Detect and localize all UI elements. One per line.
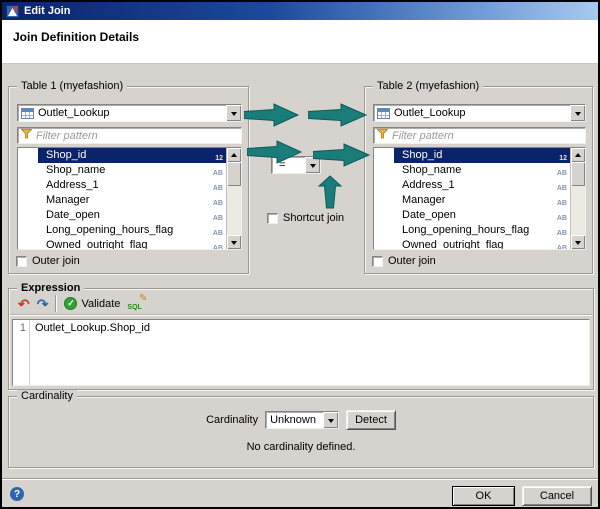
- window-title: Edit Join: [24, 5, 70, 17]
- shortcut-join-label: Shortcut join: [283, 212, 344, 224]
- ok-button[interactable]: OK: [452, 486, 515, 506]
- filter-funnel-icon: [377, 129, 388, 142]
- help-icon[interactable]: ?: [10, 487, 24, 501]
- table1-group-label: Table 1 (myefashion): [17, 80, 127, 93]
- dropdown-arrow-icon[interactable]: [570, 105, 585, 121]
- column-row[interactable]: Shop_nameAB: [18, 163, 226, 178]
- table2-select-value: Outlet_Lookup: [390, 107, 466, 119]
- expression-code[interactable]: Outlet_Lookup.Shop_id: [35, 322, 150, 334]
- cardinality-value: Unknown: [266, 414, 316, 426]
- annotation-arrow-right-2: [308, 103, 368, 127]
- cardinality-group-label: Cardinality: [17, 390, 77, 403]
- column-row[interactable]: Address_1AB: [374, 178, 570, 193]
- cardinality-select[interactable]: Unknown: [265, 411, 339, 429]
- table2-group-label: Table 2 (myefashion): [373, 80, 483, 93]
- app-icon: [6, 5, 19, 18]
- table2-group: Table 2 (myefashion) Outlet_Lookup Shop_…: [364, 86, 593, 274]
- table2-filter-input[interactable]: [392, 130, 585, 142]
- scroll-up-icon[interactable]: [571, 148, 585, 162]
- table2-column-list[interactable]: Shop_id12 Shop_nameAB Address_1AB Manage…: [373, 147, 586, 250]
- column-row[interactable]: Shop_id12: [374, 148, 570, 163]
- column-row[interactable]: Long_opening_hours_flagAB: [18, 223, 226, 238]
- scroll-down-icon[interactable]: [227, 235, 241, 249]
- outer-join-checkbox[interactable]: [372, 256, 383, 267]
- annotation-arrow-up: [318, 175, 342, 209]
- table2-select[interactable]: Outlet_Lookup: [373, 104, 586, 122]
- toolbar-separator: [55, 295, 57, 312]
- table1-outer-join[interactable]: Outer join: [16, 255, 80, 267]
- cardinality-group: Cardinality Cardinality Unknown Detect N…: [8, 396, 594, 468]
- column-row[interactable]: Address_1AB: [18, 178, 226, 193]
- table1-select-value: Outlet_Lookup: [34, 107, 110, 119]
- column-row[interactable]: Shop_id12: [18, 148, 226, 163]
- column-row[interactable]: Owned_outright_flagAB: [18, 238, 226, 250]
- column-row[interactable]: Date_openAB: [374, 208, 570, 223]
- expression-toolbar: ↶ ↷ ✓ Validate SQL ✎: [10, 293, 592, 315]
- sql-edit-icon[interactable]: SQL ✎: [127, 296, 147, 311]
- scrollbar-thumb[interactable]: [227, 162, 241, 186]
- footer-separator: [2, 478, 598, 480]
- cardinality-row: Cardinality Unknown Detect: [9, 410, 593, 430]
- dropdown-arrow-icon[interactable]: [226, 105, 241, 121]
- table1-filter-input[interactable]: [36, 130, 241, 142]
- line-number-gutter: 1: [13, 320, 30, 385]
- table1-group: Table 1 (myefashion) Outlet_Lookup Shop_…: [8, 86, 249, 274]
- column-row[interactable]: ManagerAB: [374, 193, 570, 208]
- join-operator-value: =: [272, 159, 285, 171]
- table1-select[interactable]: Outlet_Lookup: [17, 104, 242, 122]
- cancel-button[interactable]: Cancel: [522, 486, 592, 506]
- dropdown-arrow-icon[interactable]: [323, 412, 338, 428]
- outer-join-label: Outer join: [388, 255, 436, 267]
- dropdown-arrow-icon[interactable]: [305, 157, 320, 173]
- page-title: Join Definition Details: [2, 20, 598, 44]
- pencil-icon: ✎: [139, 293, 147, 304]
- validate-button[interactable]: ✓ Validate: [64, 297, 120, 310]
- table-icon: [377, 108, 390, 119]
- redo-icon[interactable]: ↷: [37, 297, 49, 311]
- validate-label: Validate: [81, 298, 120, 310]
- expression-editor[interactable]: 1 Outlet_Lookup.Shop_id: [12, 319, 590, 386]
- expression-group: Expression ↶ ↷ ✓ Validate SQL ✎ 1 Outlet…: [8, 288, 594, 390]
- scrollbar[interactable]: [570, 148, 585, 249]
- table1-filter[interactable]: [17, 127, 242, 144]
- detect-button[interactable]: Detect: [346, 410, 396, 430]
- annotation-arrow-right-1: [244, 103, 300, 127]
- scroll-down-icon[interactable]: [571, 235, 585, 249]
- scrollbar-thumb[interactable]: [571, 162, 585, 186]
- outer-join-label: Outer join: [32, 255, 80, 267]
- table2-outer-join[interactable]: Outer join: [372, 255, 436, 267]
- validate-check-icon: ✓: [64, 297, 77, 310]
- edit-join-dialog: Edit Join Join Definition Details Table …: [0, 0, 600, 509]
- filter-funnel-icon: [21, 129, 32, 142]
- column-row[interactable]: Date_openAB: [18, 208, 226, 223]
- table2-filter[interactable]: [373, 127, 586, 144]
- scrollbar[interactable]: [226, 148, 241, 249]
- shortcut-join[interactable]: Shortcut join: [267, 212, 344, 224]
- column-row[interactable]: Owned_outright_flagAB: [374, 238, 570, 250]
- column-row[interactable]: ManagerAB: [18, 193, 226, 208]
- string-type-icon: AB: [213, 241, 223, 250]
- column-row[interactable]: Long_opening_hours_flagAB: [374, 223, 570, 238]
- shortcut-join-checkbox[interactable]: [267, 213, 278, 224]
- table1-column-list[interactable]: Shop_id12 Shop_nameAB Address_1AB Manage…: [17, 147, 242, 250]
- undo-icon[interactable]: ↶: [18, 297, 30, 311]
- titlebar[interactable]: Edit Join: [2, 2, 598, 20]
- dialog-header: Join Definition Details: [2, 20, 598, 64]
- scroll-up-icon[interactable]: [227, 148, 241, 162]
- table-icon: [21, 108, 34, 119]
- string-type-icon: AB: [557, 241, 567, 250]
- outer-join-checkbox[interactable]: [16, 256, 27, 267]
- column-row[interactable]: Shop_nameAB: [374, 163, 570, 178]
- join-operator-select[interactable]: =: [271, 156, 321, 174]
- annotation-arrow-right-4: [313, 143, 371, 167]
- cardinality-status: No cardinality defined.: [9, 441, 593, 453]
- cardinality-field-label: Cardinality: [206, 414, 258, 426]
